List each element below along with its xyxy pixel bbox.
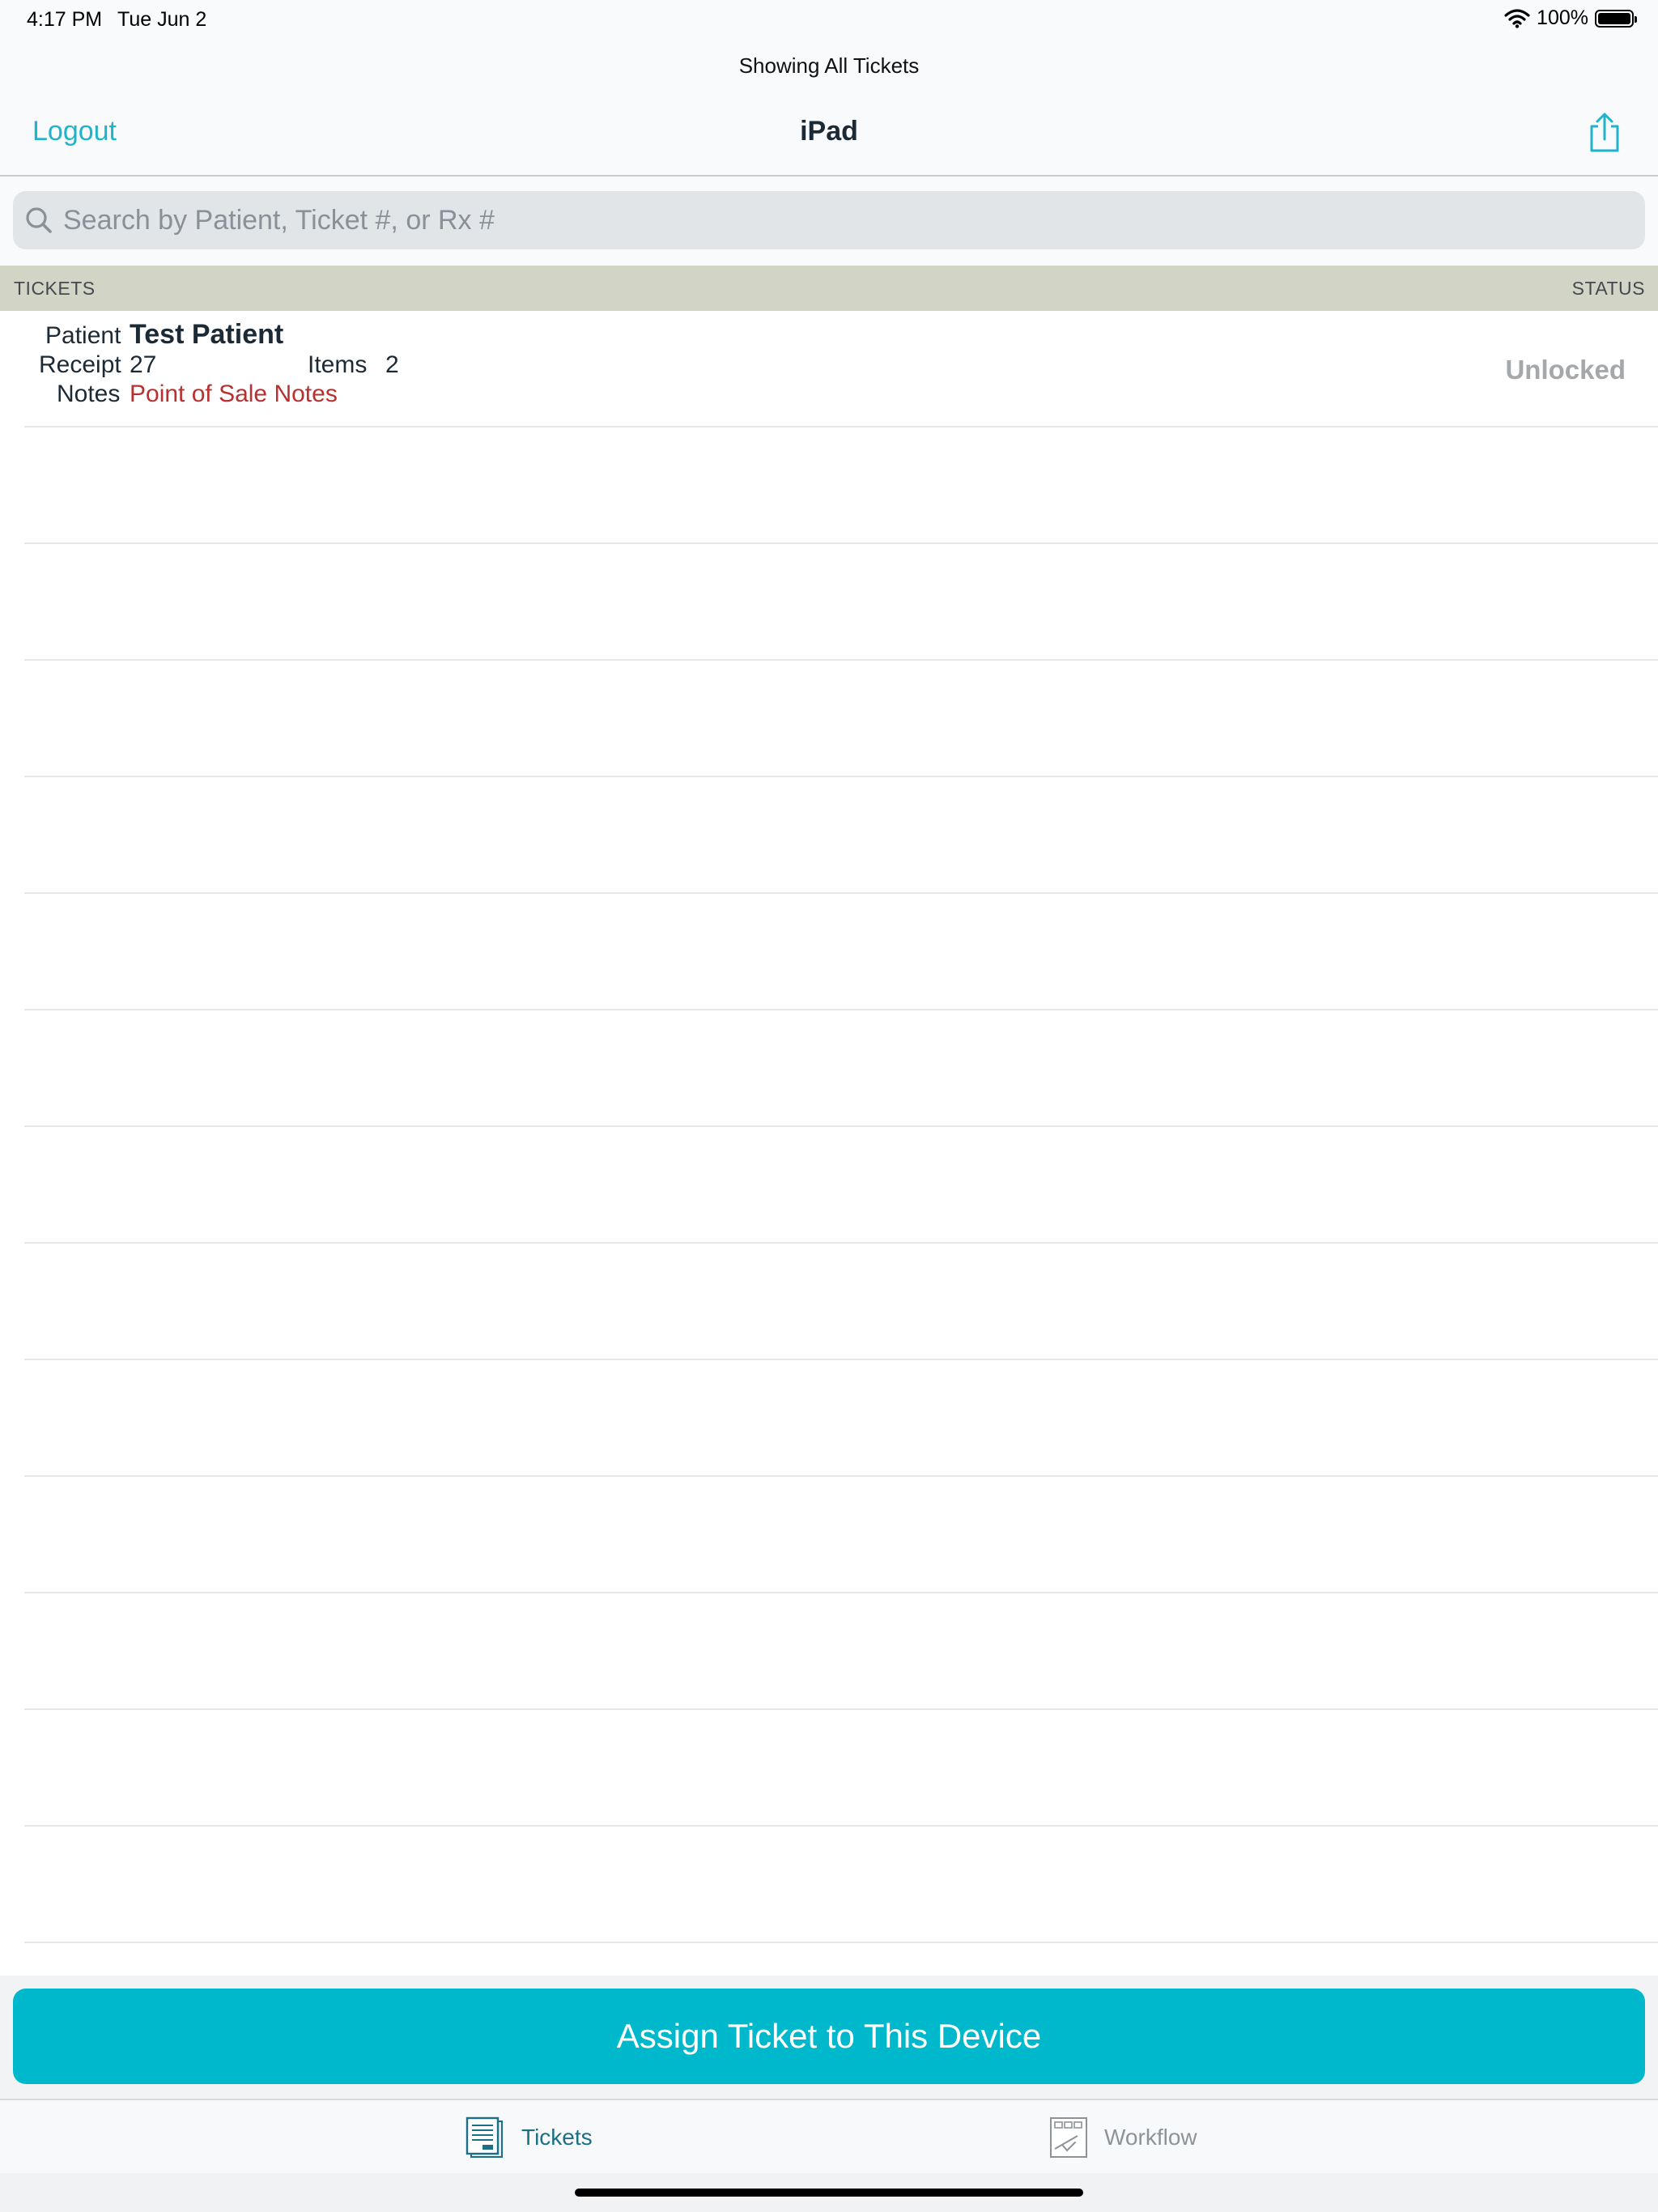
search-input[interactable] [62,203,1603,237]
tab-workflow-label: Workflow [1104,2125,1197,2150]
assign-area: Assign Ticket to This Device [0,1976,1658,2099]
patient-name: Test Patient [130,319,284,350]
empty-row [24,1593,1658,1710]
empty-row [24,661,1658,777]
status-column-header: STATUS [1571,278,1645,299]
receipt-label: Receipt [39,351,121,378]
assign-ticket-button[interactable]: Assign Ticket to This Device [13,1989,1645,2084]
empty-row [24,1477,1658,1593]
tab-bar: Tickets Workflow [0,2099,1658,2175]
status-indicators: 100% [1504,6,1637,30]
notes-value: Point of Sale Notes [130,381,338,407]
page-title: iPad [800,116,858,147]
search-area [0,177,1658,266]
tickets-column-header: TICKETS [14,278,96,299]
empty-row [24,1827,1658,1943]
tab-workflow[interactable]: Workflow [1049,2116,1197,2159]
search-bar[interactable] [13,191,1645,249]
table-header: TICKETS STATUS [0,266,1658,311]
empty-row [24,544,1658,661]
nav-prompt: Showing All Tickets [738,53,920,78]
home-indicator [575,2189,1083,2197]
empty-row [24,894,1658,1010]
ticket-list[interactable]: Patient Test Patient Receipt 27 Items 2 … [0,311,1658,1976]
tab-tickets-label: Tickets [521,2125,593,2150]
items-value: 2 [385,351,399,378]
tickets-icon [466,2116,503,2158]
search-icon [26,207,52,233]
status-date: Tue Jun 2 [117,8,207,31]
battery-percent: 100% [1537,6,1588,29]
home-indicator-area [0,2173,1658,2212]
top-bar: 4:17 PM Tue Jun 2 100% Showing All Ticke… [0,0,1658,177]
empty-row [24,1710,1658,1827]
empty-row [24,777,1658,894]
share-icon[interactable] [1587,112,1622,154]
ticket-status: Unlocked [1505,355,1626,385]
empty-row [24,1360,1658,1477]
empty-row [24,1010,1658,1127]
status-time: 4:17 PM [27,8,103,31]
ticket-row[interactable]: Patient Test Patient Receipt 27 Items 2 … [24,311,1658,428]
patient-label: Patient [45,322,121,349]
battery-icon [1595,9,1637,28]
empty-row [24,1244,1658,1360]
notes-label: Notes [57,381,121,407]
empty-row [24,428,1658,544]
receipt-value: 27 [130,351,157,378]
workflow-icon [1050,2117,1087,2158]
items-label: Items [308,351,368,378]
wifi-icon [1504,8,1530,28]
empty-row [24,1127,1658,1244]
tab-tickets[interactable]: Tickets [465,2116,593,2159]
